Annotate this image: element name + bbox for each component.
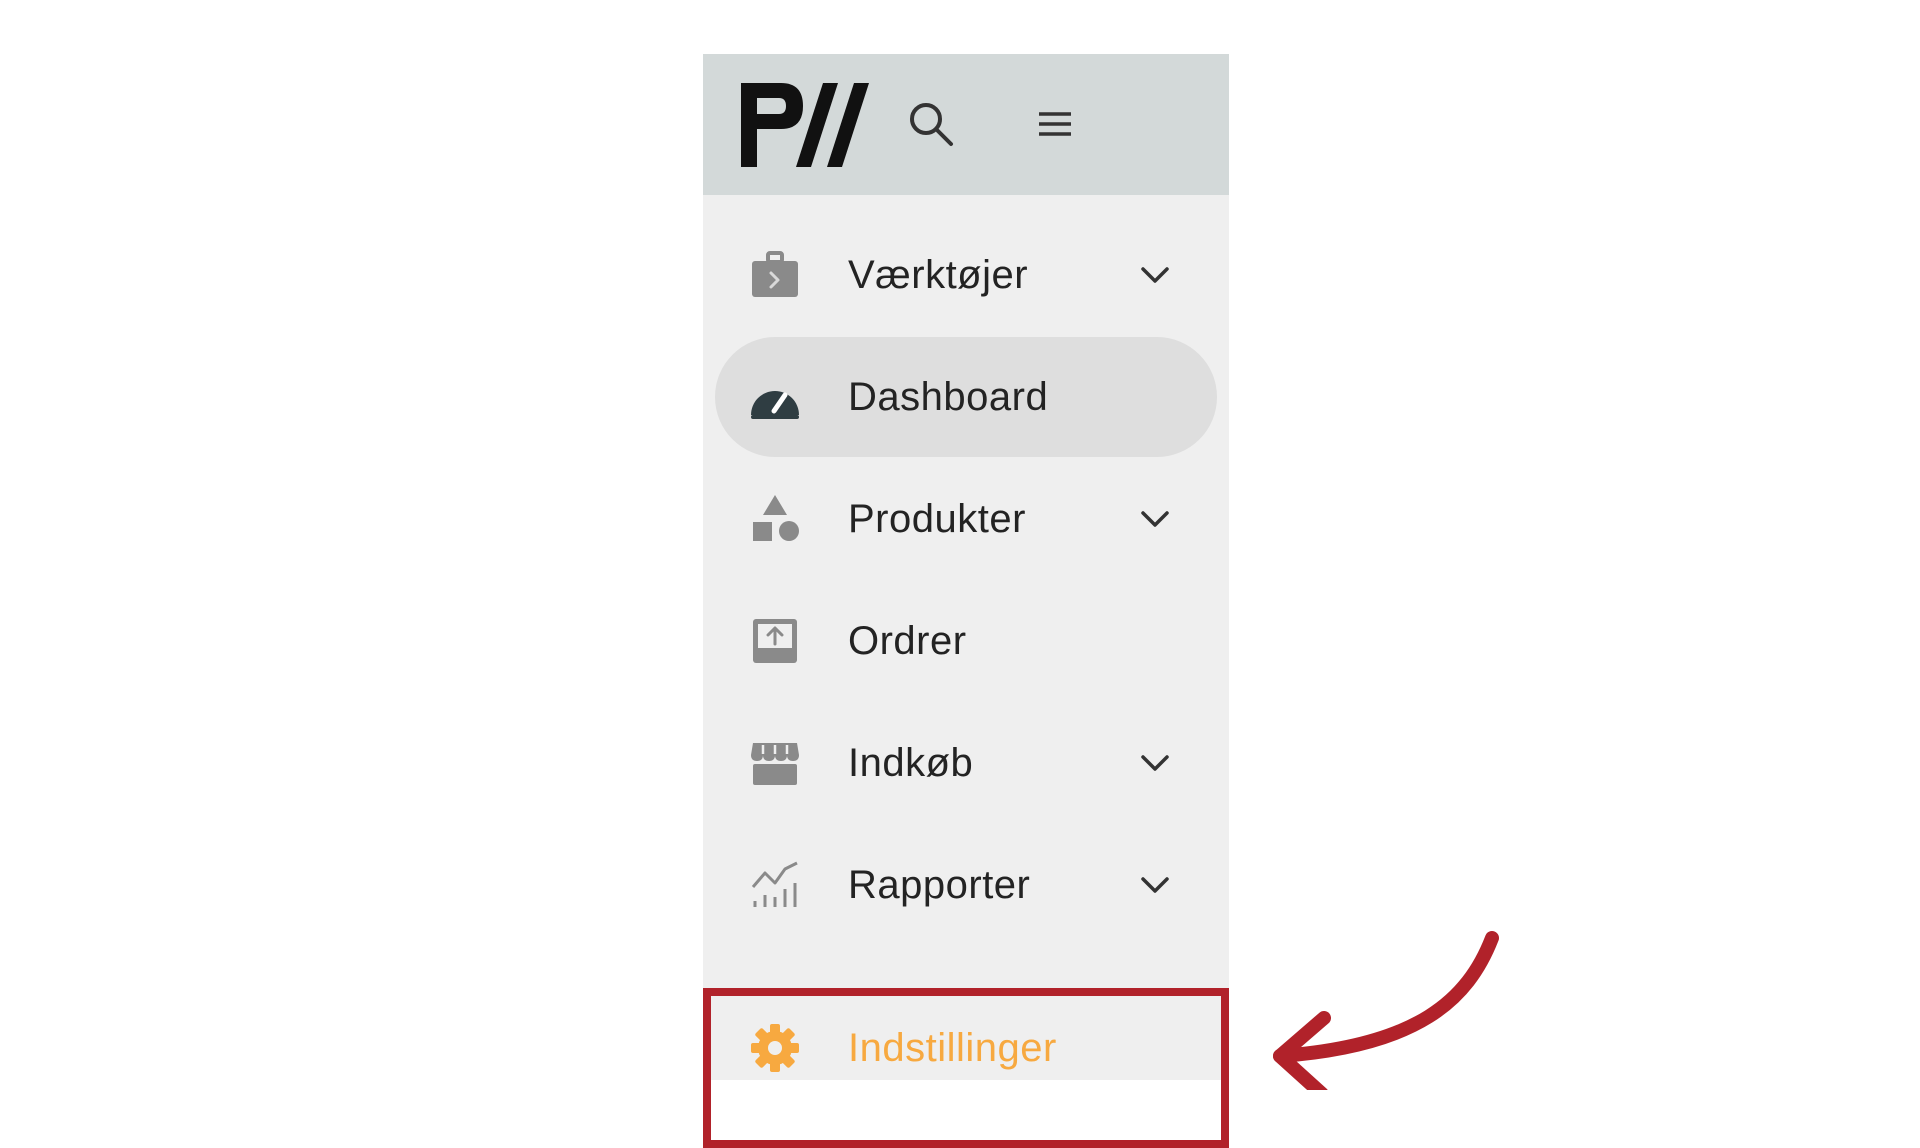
sidebar-item-rapporter[interactable]: Rapporter	[715, 825, 1217, 945]
search-icon[interactable]	[905, 98, 957, 150]
toolbox-icon	[752, 251, 798, 297]
sidebar-item-ordrer[interactable]: Ordrer	[715, 581, 1217, 701]
sidebar-topbar	[703, 54, 1229, 195]
speedometer-icon	[751, 391, 799, 419]
sidebar-item-produkter[interactable]: Produkter	[715, 459, 1217, 579]
sidebar-item-label: Værktøjer	[848, 253, 1029, 297]
sidebar-item-label: Produkter	[848, 497, 1026, 541]
inbox-upload-icon	[753, 619, 797, 663]
annotation-highlight-box	[703, 988, 1229, 1148]
hamburger-menu-icon[interactable]	[1033, 102, 1077, 146]
sidebar-item-label: Ordrer	[848, 619, 967, 663]
sidebar-item-label: Dashboard	[848, 375, 1049, 419]
sidebar-item-vaerktojer[interactable]: Værktøjer	[715, 215, 1217, 335]
chevron-down-icon[interactable]	[1139, 503, 1171, 535]
shapes-icon	[753, 495, 799, 541]
annotation-arrow-icon	[1273, 931, 1499, 1090]
sidebar-item-label: Indkøb	[848, 741, 974, 785]
sidebar-item-label: Rapporter	[848, 863, 1031, 907]
sidebar-item-dashboard[interactable]: Dashboard	[715, 337, 1217, 457]
sidebar: Værktøjer Dashboard Produkter Ordrer Ind…	[703, 54, 1229, 1080]
sidebar-item-indkob[interactable]: Indkøb	[715, 703, 1217, 823]
chevron-down-icon[interactable]	[1139, 869, 1171, 901]
pw-logo[interactable]	[741, 83, 871, 167]
chevron-down-icon[interactable]	[1139, 747, 1171, 779]
storefront-icon	[751, 743, 799, 785]
chart-icon	[751, 861, 798, 907]
chevron-down-icon[interactable]	[1139, 259, 1171, 291]
